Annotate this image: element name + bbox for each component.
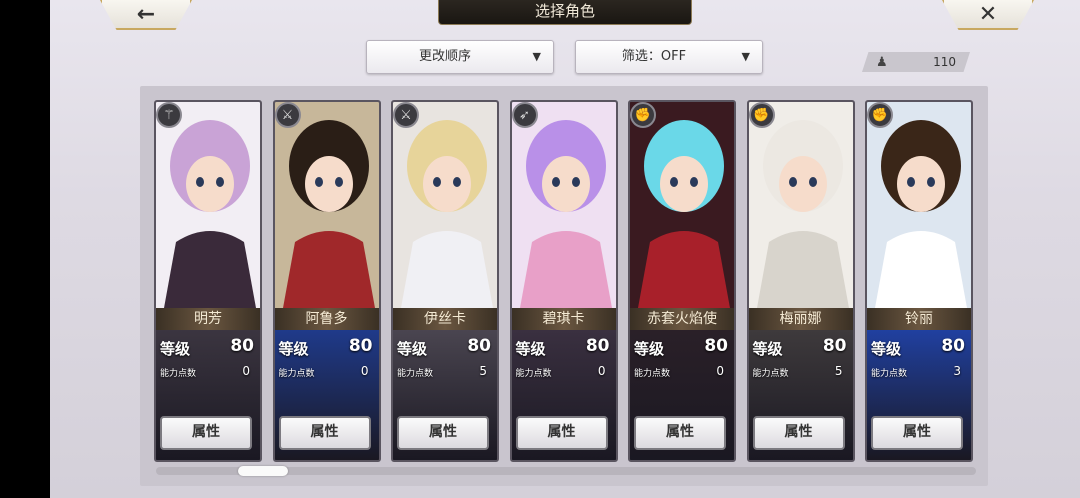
- staff-icon: ⚚: [156, 102, 182, 128]
- attribute-button[interactable]: 属性: [752, 416, 845, 450]
- ability-points-value: 5: [834, 364, 843, 378]
- character-name: 赤套火焰使: [630, 308, 734, 330]
- attribute-button[interactable]: 属性: [160, 416, 252, 450]
- character-stats: 等级 80 能力点数 3 属性: [867, 330, 971, 460]
- ability-points-label: 能力点数: [160, 369, 197, 379]
- filter-label: 筛选：OFF: [621, 49, 687, 64]
- level-value: 80: [348, 336, 373, 356]
- ability-points-label: 能力点数: [752, 369, 789, 379]
- ability-points-label: 能力点数: [634, 369, 671, 379]
- character-portrait: [867, 102, 971, 308]
- level-label: 等级: [871, 340, 902, 358]
- chevron-down-icon: ▼: [532, 50, 541, 63]
- character-name: 梅丽娜: [748, 308, 853, 330]
- close-button[interactable]: ✕: [942, 0, 1034, 30]
- character-card[interactable]: ⚔ 阿鲁多等级 80 能力点数 0 属性: [272, 100, 381, 462]
- level-label: 等级: [752, 340, 783, 358]
- back-arrow-icon: ←: [136, 1, 156, 27]
- page-title: 选择角色: [438, 0, 692, 25]
- level-value: 80: [467, 336, 491, 356]
- character-card[interactable]: ✊ 铃丽等级 80 能力点数 3 属性: [865, 100, 973, 462]
- close-icon: ✕: [978, 1, 998, 27]
- fist-icon: ✊: [630, 102, 656, 128]
- level-label: 等级: [634, 340, 665, 358]
- attribute-button[interactable]: 属性: [515, 416, 608, 450]
- level-value: 80: [585, 336, 610, 356]
- character-stats: 等级 80 能力点数 5 属性: [748, 330, 853, 460]
- character-card[interactable]: ➶ 碧琪卡等级 80 能力点数 0 属性: [509, 100, 618, 462]
- character-card[interactable]: ✊ 梅丽娜等级 80 能力点数 5 属性: [746, 100, 855, 462]
- back-button[interactable]: ←: [100, 0, 192, 30]
- character-name: 明芳: [156, 308, 260, 330]
- bow-icon: ➶: [511, 102, 538, 128]
- character-count: ♟ 110: [862, 52, 970, 72]
- attribute-button[interactable]: 属性: [397, 416, 489, 450]
- character-stats: 等级 80 能力点数 0 属性: [274, 330, 379, 460]
- character-card[interactable]: ⚔ 伊丝卡等级 80 能力点数 5 属性: [391, 100, 499, 462]
- level-value: 80: [941, 336, 965, 356]
- level-label: 等级: [397, 340, 428, 358]
- horizontal-scrollbar-thumb[interactable]: [238, 466, 288, 476]
- fist-icon: ✊: [867, 102, 893, 128]
- character-card[interactable]: ✊ 赤套火焰使等级 80 能力点数 0 属性: [628, 100, 736, 462]
- person-icon: ♟: [876, 55, 888, 70]
- character-portrait: [630, 102, 734, 308]
- attribute-button[interactable]: 属性: [278, 416, 371, 450]
- ability-points-value: 5: [479, 364, 487, 378]
- character-count-value: 110: [933, 55, 956, 69]
- character-portrait: [748, 102, 853, 308]
- filter-dropdown[interactable]: 筛选：OFF ▼: [575, 40, 763, 74]
- sword-icon: ⚔: [274, 102, 301, 128]
- attribute-button[interactable]: 属性: [871, 416, 963, 450]
- ability-points-label: 能力点数: [397, 369, 434, 379]
- ability-points-value: 0: [242, 364, 250, 378]
- ability-points-value: 0: [597, 364, 606, 378]
- attribute-button[interactable]: 属性: [634, 416, 726, 450]
- character-portrait: [156, 102, 260, 308]
- level-value: 80: [822, 336, 847, 356]
- character-portrait: [511, 102, 616, 308]
- level-value: 80: [230, 336, 254, 356]
- character-select-screen: ← 选择角色 ✕ 更改顺序 ▼ 筛选：OFF ▼ ♟ 110 ⚚ 明芳 等级 80 能力…: [50, 0, 1080, 498]
- ability-points-label: 能力点数: [515, 369, 552, 379]
- level-label: 等级: [160, 340, 191, 358]
- ability-points-value: 3: [953, 364, 961, 378]
- character-stats: 等级 80 能力点数 0 属性: [511, 330, 616, 460]
- character-list-panel: ⚚ 明芳 等级 80 能力点数 0 属性 ⚔ 阿鲁多 等级 80 能力点数 0 属性 ⚔ 伊丝卡 等级 80 能力点…: [140, 86, 988, 486]
- ability-points-label: 能力点数: [278, 369, 315, 379]
- sort-order-label: 更改顺序: [418, 49, 471, 64]
- character-card[interactable]: ⚚ 明芳等级 80 能力点数 0 属性: [154, 100, 262, 462]
- character-portrait: [393, 102, 497, 308]
- sword-icon: ⚔: [393, 102, 419, 128]
- character-name: 伊丝卡: [393, 308, 497, 330]
- character-name: 阿鲁多: [274, 308, 379, 330]
- ability-points-value: 0: [360, 364, 369, 378]
- level-label: 等级: [278, 340, 309, 358]
- character-stats: 等级 80 能力点数 0 属性: [156, 330, 260, 460]
- chevron-down-icon: ▼: [741, 50, 750, 63]
- fist-icon: ✊: [748, 102, 775, 128]
- character-name: 碧琪卡: [511, 308, 616, 330]
- character-name: 铃丽: [867, 308, 971, 330]
- character-stats: 等级 80 能力点数 5 属性: [393, 330, 497, 460]
- ability-points-label: 能力点数: [871, 369, 908, 379]
- level-label: 等级: [515, 340, 546, 358]
- level-value: 80: [704, 336, 728, 356]
- ability-points-value: 0: [716, 364, 724, 378]
- character-stats: 等级 80 能力点数 0 属性: [630, 330, 734, 460]
- character-portrait: [274, 102, 379, 308]
- sort-order-dropdown[interactable]: 更改顺序 ▼: [366, 40, 554, 74]
